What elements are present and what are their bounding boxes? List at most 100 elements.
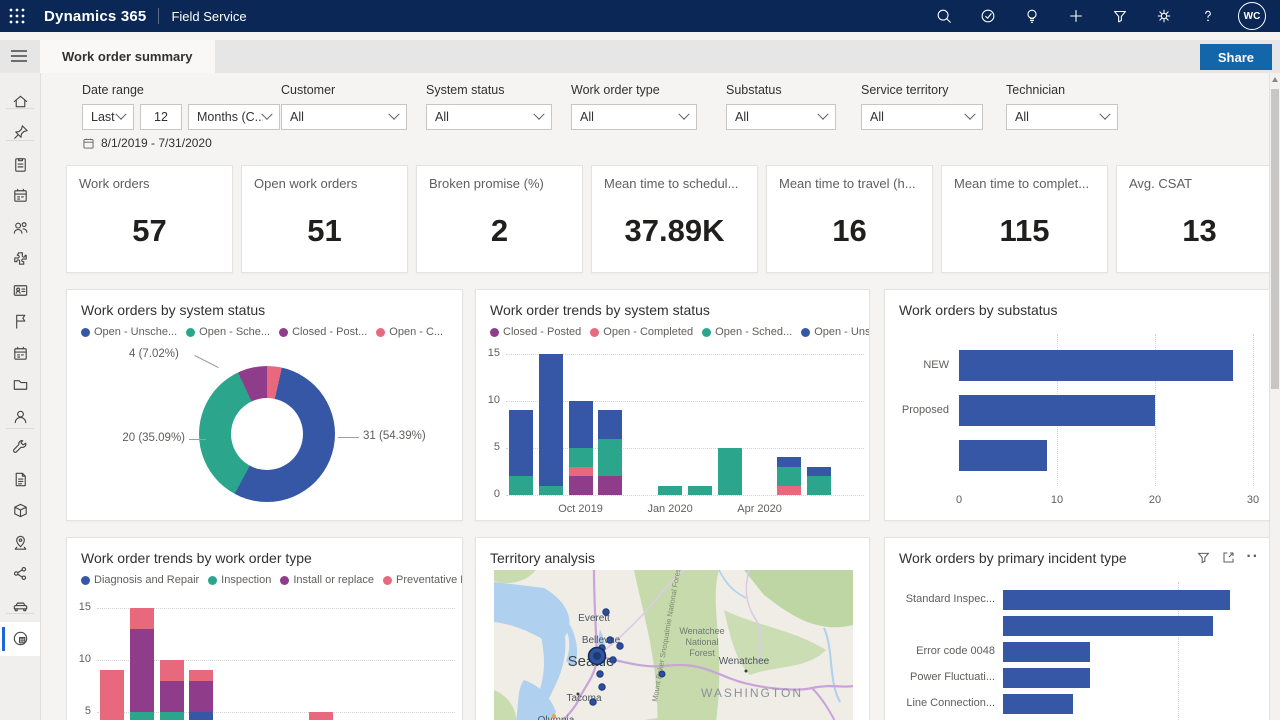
bar-segment[interactable] — [807, 467, 831, 476]
date-value-input[interactable] — [140, 104, 182, 130]
sidebar-item-schedule-board[interactable] — [0, 181, 40, 211]
bar-segment[interactable] — [189, 712, 213, 720]
sidebar-item-contacts[interactable] — [0, 401, 40, 431]
help-icon[interactable] — [1186, 0, 1230, 32]
bar[interactable] — [959, 395, 1155, 426]
legend-item[interactable]: Open - Unsc... — [801, 326, 869, 338]
bar-segment[interactable] — [130, 712, 154, 720]
filter-icon[interactable] — [1196, 550, 1211, 565]
filter-dropdown-customer[interactable]: All — [281, 104, 407, 130]
bar-segment[interactable] — [100, 670, 124, 720]
filter-dropdown-system-status[interactable]: All — [426, 104, 552, 130]
bar-segment[interactable] — [777, 486, 801, 495]
bar-segment[interactable] — [130, 608, 154, 629]
bar-segment[interactable] — [309, 712, 333, 720]
bar[interactable] — [1003, 642, 1090, 662]
bar-segment[interactable] — [189, 670, 213, 680]
share-button[interactable]: Share — [1200, 44, 1272, 70]
bar[interactable] — [1003, 694, 1073, 714]
kpi-card[interactable]: Broken promise (%)2 — [416, 165, 583, 273]
bar-segment[interactable] — [189, 681, 213, 712]
bar-segment[interactable] — [598, 410, 622, 438]
legend-item[interactable]: Open - Sched... — [702, 326, 792, 338]
sidebar-item-reports[interactable] — [0, 464, 40, 494]
bar-segment[interactable] — [539, 486, 563, 495]
bar-segment[interactable] — [509, 476, 533, 495]
bar-segment[interactable] — [688, 486, 712, 495]
kpi-card[interactable]: Work orders57 — [66, 165, 233, 273]
sidebar-item-services[interactable] — [0, 244, 40, 274]
user-avatar[interactable]: WC — [1238, 2, 1266, 30]
legend-item[interactable]: Closed - Posted — [490, 326, 581, 338]
bar[interactable] — [959, 350, 1233, 381]
sidebar-item-requirements[interactable] — [0, 307, 40, 337]
sidebar-item-products[interactable] — [0, 496, 40, 526]
add-icon[interactable] — [1054, 0, 1098, 32]
filter-dropdown-work-order-type[interactable]: All — [571, 104, 697, 130]
bar[interactable] — [1003, 616, 1213, 636]
bar-segment[interactable] — [130, 629, 154, 712]
legend-item[interactable]: Install or replace — [280, 574, 374, 586]
sidebar-item-resources[interactable] — [0, 212, 40, 242]
app-area-title[interactable]: Field Service — [171, 9, 246, 24]
legend-item[interactable]: Diagnosis and Repair — [81, 574, 199, 586]
more-options-icon[interactable]: ·· — [1246, 548, 1259, 566]
bar-segment[interactable] — [569, 476, 593, 495]
bar-segment[interactable] — [569, 467, 593, 476]
bar[interactable] — [959, 440, 1047, 471]
idea-icon[interactable] — [1010, 0, 1054, 32]
app-launcher-icon[interactable] — [0, 0, 34, 32]
kpi-card[interactable]: Open work orders51 — [241, 165, 408, 273]
search-icon[interactable] — [922, 0, 966, 32]
product-title[interactable]: Dynamics 365 — [44, 8, 146, 25]
legend-item[interactable]: Open - Completed — [590, 326, 693, 338]
bar-segment[interactable] — [160, 712, 184, 720]
sidebar-item-fleet[interactable] — [0, 590, 40, 620]
filter-icon[interactable] — [1098, 0, 1142, 32]
scrollbar-thumb[interactable] — [1271, 89, 1279, 389]
sidebar-item-home[interactable] — [0, 86, 40, 116]
sidebar-item-pinned[interactable] — [0, 118, 40, 148]
kpi-card[interactable]: Avg. CSAT13 — [1116, 165, 1280, 273]
kpi-card[interactable]: Mean time to schedul...37.89K — [591, 165, 758, 273]
bar-segment[interactable] — [807, 476, 831, 495]
bar-segment[interactable] — [598, 476, 622, 495]
sidebar-item-connections[interactable] — [0, 559, 40, 589]
legend-item[interactable]: Closed - Post... — [279, 326, 367, 338]
filter-dropdown-substatus[interactable]: All — [726, 104, 836, 130]
bar-segment[interactable] — [160, 681, 184, 712]
sidebar-item-assets[interactable] — [0, 370, 40, 400]
bar-segment[interactable] — [160, 660, 184, 681]
sidebar-item-tools[interactable] — [0, 433, 40, 463]
legend-item[interactable]: Open - Unsche... — [81, 326, 177, 338]
legend-item[interactable]: Inspection — [208, 574, 271, 586]
scroll-up-arrow[interactable] — [1272, 77, 1278, 82]
kpi-card[interactable]: Mean time to travel (h...16 — [766, 165, 933, 273]
guided-tour-icon[interactable] — [966, 0, 1010, 32]
sidebar-item-territories[interactable] — [0, 527, 40, 557]
tab-work-order-summary[interactable]: Work order summary — [40, 40, 215, 73]
vertical-scrollbar[interactable] — [1269, 73, 1280, 720]
bar-segment[interactable] — [777, 467, 801, 486]
settings-icon[interactable] — [1142, 0, 1186, 32]
kpi-card[interactable]: Mean time to complet...115 — [941, 165, 1108, 273]
filter-dropdown-service-territory[interactable]: All — [861, 104, 983, 130]
date-operator-dropdown[interactable]: Last — [82, 104, 134, 130]
sidebar-item-tasks[interactable] — [0, 149, 40, 179]
legend-item[interactable]: Open - C... — [376, 326, 443, 338]
sidebar-item-accounts[interactable] — [0, 275, 40, 305]
bar[interactable] — [1003, 590, 1230, 610]
territory-map[interactable]: Mount Baker Snoqualmie National Forest W… — [494, 570, 853, 720]
bar-segment[interactable] — [509, 410, 533, 476]
bar-segment[interactable] — [718, 448, 742, 495]
date-unit-dropdown[interactable]: Months (C... — [188, 104, 280, 130]
menu-icon[interactable] — [9, 47, 31, 65]
focus-mode-icon[interactable] — [1221, 550, 1236, 565]
bar[interactable] — [1003, 668, 1090, 688]
legend-item[interactable]: Preventative Mai... — [383, 574, 462, 586]
bar-segment[interactable] — [777, 457, 801, 466]
bar-segment[interactable] — [658, 486, 682, 495]
bar-segment[interactable] — [539, 354, 563, 486]
bar-segment[interactable] — [598, 439, 622, 477]
bar-segment[interactable] — [569, 401, 593, 448]
